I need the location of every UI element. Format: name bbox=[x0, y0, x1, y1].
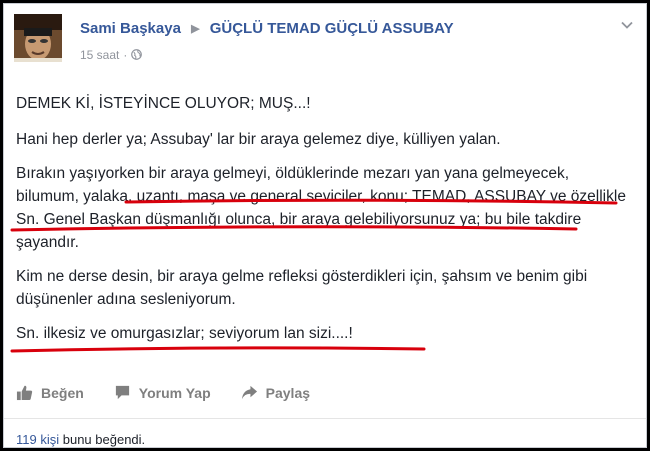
post-header: Sami Başkaya ▶ GÜÇLÜ TEMAD GÜÇLÜ ASSUBAY bbox=[80, 20, 454, 37]
avatar[interactable] bbox=[14, 14, 62, 62]
post-body: DEMEK Kİ, İSTEYİNCE OLUYOR; MUŞ...! Hani… bbox=[16, 92, 636, 356]
share-button[interactable]: Paylaş bbox=[241, 384, 310, 401]
post-actions: Beğen Yorum Yap Paylaş bbox=[16, 384, 340, 401]
avatar-image bbox=[14, 14, 62, 62]
post-paragraph: Bırakın yaşıyorken bir araya gelmeyi, öl… bbox=[16, 165, 626, 251]
post-meta: 15 saat · bbox=[80, 48, 143, 62]
post-card: Sami Başkaya ▶ GÜÇLÜ TEMAD GÜÇLÜ ASSUBAY… bbox=[3, 3, 647, 448]
likes-summary: 119 kişi bunu beğendi. bbox=[16, 432, 145, 447]
chevron-down-icon[interactable] bbox=[620, 18, 634, 32]
like-label: Beğen bbox=[41, 384, 84, 401]
meta-separator: · bbox=[123, 48, 128, 62]
likes-count-link[interactable]: 119 kişi bbox=[16, 432, 59, 447]
group-name[interactable]: GÜÇLÜ TEMAD GÜÇLÜ ASSUBAY bbox=[210, 20, 454, 37]
comment-label: Yorum Yap bbox=[138, 384, 211, 401]
triangle-right-icon: ▶ bbox=[191, 23, 200, 35]
post-paragraph: Hani hep derler ya; Assubay' lar bir ara… bbox=[16, 131, 501, 148]
share-arrow-icon bbox=[241, 385, 257, 400]
author-name[interactable]: Sami Başkaya bbox=[80, 20, 181, 37]
divider bbox=[4, 418, 646, 419]
likes-suffix: bunu beğendi. bbox=[59, 432, 146, 447]
post-time[interactable]: 15 saat bbox=[80, 48, 119, 62]
post-paragraph: DEMEK Kİ, İSTEYİNCE OLUYOR; MUŞ...! bbox=[16, 95, 311, 112]
comment-button[interactable]: Yorum Yap bbox=[114, 384, 211, 401]
post-paragraph: Sn. ilkesiz ve omurgasızlar; seviyorum l… bbox=[16, 325, 353, 342]
thumbs-up-icon bbox=[16, 385, 33, 401]
post-paragraph: Kim ne derse desin, bir araya gelme refl… bbox=[16, 268, 588, 308]
globe-icon[interactable] bbox=[131, 49, 143, 60]
comment-icon bbox=[115, 385, 129, 400]
share-label: Paylaş bbox=[265, 384, 311, 401]
like-button[interactable]: Beğen bbox=[16, 384, 84, 401]
